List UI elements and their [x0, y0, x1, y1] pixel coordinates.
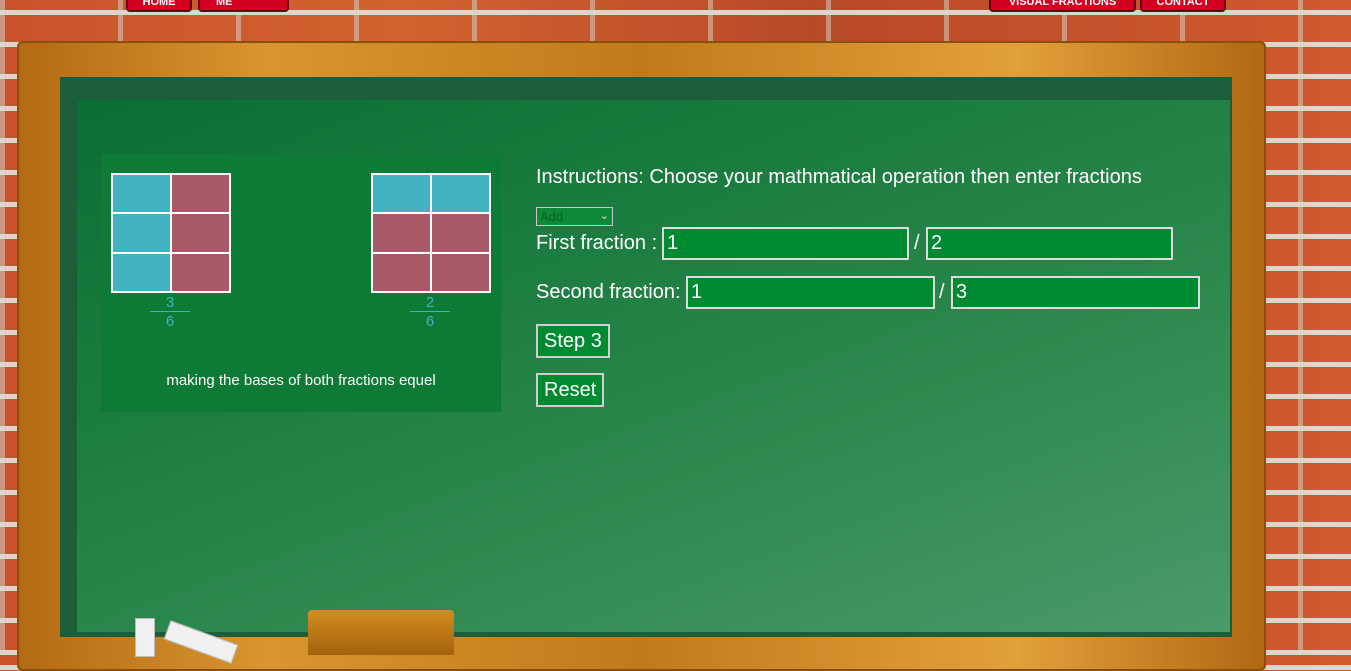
fraction-grid-2	[371, 173, 491, 293]
nav-about-button[interactable]: ABOUT ME	[198, 0, 289, 12]
fraction-label-2: 2 6	[410, 295, 450, 329]
grid-cell	[431, 174, 490, 214]
fraction-slash: /	[939, 281, 945, 303]
fraction-denominator: 6	[165, 313, 175, 330]
grid-cell	[372, 213, 431, 253]
grid-cell	[372, 252, 431, 292]
first-numerator-input[interactable]: 1	[662, 227, 909, 260]
grid-cell	[171, 213, 230, 253]
first-denominator-input[interactable]: 2	[926, 227, 1173, 260]
nav-home-button[interactable]: HOME	[126, 0, 192, 12]
fraction-grid-1	[111, 173, 231, 293]
grid-cell	[431, 252, 490, 292]
fraction-denominator: 6	[425, 313, 435, 330]
second-fraction-label: Second fraction:	[536, 281, 681, 303]
fraction-bar	[150, 311, 190, 312]
chevron-down-icon: ⌄	[599, 210, 609, 222]
fraction-numerator: 3	[165, 294, 175, 311]
step-caption: making the bases of both fractions equel	[166, 372, 436, 389]
grid-cell	[112, 213, 171, 253]
grid-cell	[112, 252, 171, 292]
fraction-slash: /	[914, 232, 920, 254]
operation-selected-value: Add	[540, 209, 564, 224]
fraction-numerator: 2	[425, 294, 435, 311]
nav-visual-fractions-button[interactable]: VISUAL FRACTIONS	[989, 0, 1136, 12]
fraction-visual-panel: 3 6 2 6 making the bases of both fractio…	[101, 154, 501, 412]
grid-cell	[171, 174, 230, 214]
step-button[interactable]: Step 3	[536, 324, 610, 358]
fraction-label-1: 3 6	[150, 295, 190, 329]
instructions-text: Instructions: Choose your mathmatical op…	[536, 166, 1142, 188]
chalk-tray	[308, 610, 454, 655]
grid-cell	[171, 252, 230, 292]
second-numerator-input[interactable]: 1	[686, 276, 935, 309]
grid-cell	[112, 174, 171, 214]
first-fraction-label: First fraction :	[536, 232, 658, 254]
fraction-bar	[410, 311, 450, 312]
nav-contact-button[interactable]: CONTACT	[1140, 0, 1226, 12]
grid-cell	[372, 174, 431, 214]
reset-button[interactable]: Reset	[536, 373, 605, 407]
chalk-piece	[135, 618, 155, 657]
second-denominator-input[interactable]: 3	[951, 276, 1200, 309]
grid-cell	[431, 213, 490, 253]
operation-select[interactable]: Add ⌄	[536, 207, 613, 226]
